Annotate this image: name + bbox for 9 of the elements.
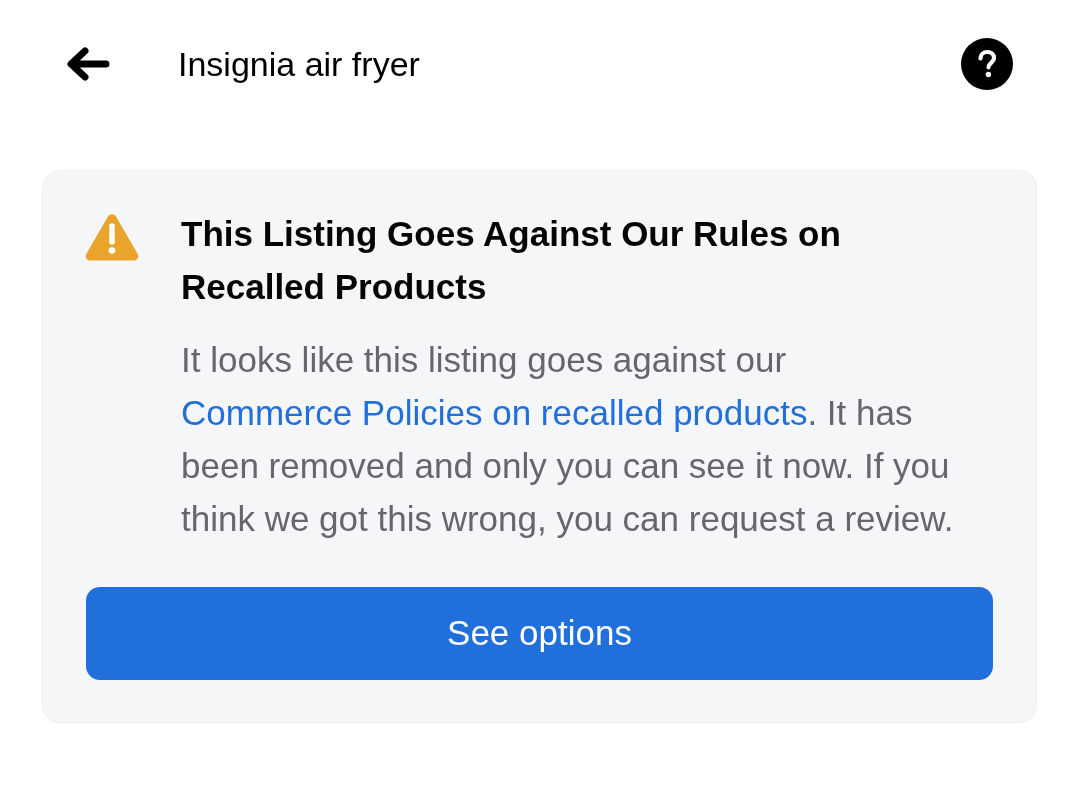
see-options-button[interactable]: See options	[86, 587, 993, 680]
back-arrow-icon	[66, 47, 110, 81]
commerce-policies-link[interactable]: Commerce Policies on recalled products	[181, 393, 808, 432]
help-button[interactable]	[961, 38, 1013, 90]
notice-message: It looks like this listing goes against our Commerce Policies on recalled products. It has been removed and only you can see it now. If you think we got this wrong, you can request a review.	[181, 339, 955, 540]
help-icon	[961, 38, 1013, 90]
warning-icon	[85, 213, 139, 261]
notice-heading: This Listing Goes Against Our Rules on Recalled Products	[181, 213, 842, 308]
page-title: Insignia air fryer	[178, 44, 420, 85]
